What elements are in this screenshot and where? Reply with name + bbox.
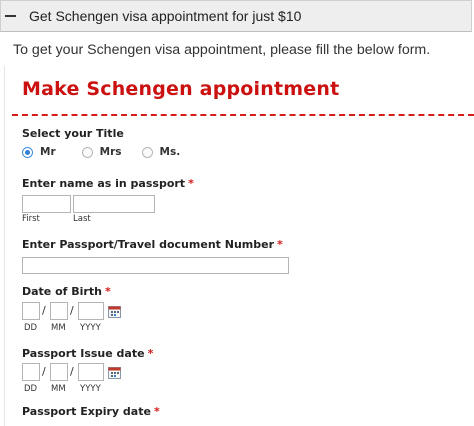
radio-label-mr[interactable]: Mr: [40, 146, 56, 158]
issue-date-label: Passport Issue date *: [22, 347, 153, 360]
dob-label-text: Date of Birth: [22, 285, 102, 298]
date-separator: /: [42, 365, 46, 378]
last-name-input[interactable]: [73, 195, 155, 213]
required-mark: *: [104, 285, 111, 298]
required-mark: *: [188, 177, 194, 190]
radio-option-mrs[interactable]: Mrs: [81, 146, 122, 158]
issue-month-sublabel: MM: [51, 384, 66, 394]
expiry-date-label-text: Passport Expiry date: [22, 405, 151, 418]
dob-month-input[interactable]: [50, 302, 68, 320]
name-label: Enter name as in passport *: [22, 177, 194, 190]
required-mark: *: [147, 347, 154, 360]
radio-mrs[interactable]: [81, 146, 93, 158]
passport-number-label-text: Enter Passport/Travel document Number: [22, 238, 274, 251]
accordion-header[interactable]: Get Schengen visa appointment for just $…: [0, 0, 472, 32]
dob-day-sublabel: DD: [24, 323, 38, 333]
first-sublabel: First: [22, 214, 40, 224]
radio-option-ms[interactable]: Ms.: [141, 146, 181, 158]
dob-year-sublabel: YYYY: [80, 323, 101, 333]
radio-label-mrs[interactable]: Mrs: [100, 146, 122, 158]
calendar-icon[interactable]: [108, 366, 121, 379]
title-select-label: Select your Title: [22, 127, 124, 140]
issue-day-sublabel: DD: [24, 384, 38, 394]
required-mark: *: [153, 405, 160, 418]
date-separator: /: [70, 304, 74, 317]
radio-mr[interactable]: [22, 146, 33, 158]
radio-ms[interactable]: [141, 146, 153, 158]
date-separator: /: [42, 304, 46, 317]
name-label-text: Enter name as in passport: [22, 177, 186, 190]
dob-month-sublabel: MM: [51, 323, 66, 333]
passport-number-input[interactable]: [22, 257, 289, 274]
first-name-input[interactable]: [22, 195, 71, 213]
intro-text: To get your Schengen visa appointment, p…: [13, 42, 431, 58]
radio-option-mr[interactable]: Mr: [22, 146, 56, 158]
issue-day-input[interactable]: [22, 363, 40, 381]
last-sublabel: Last: [73, 214, 91, 224]
minus-icon[interactable]: [4, 10, 17, 23]
required-mark: *: [277, 238, 283, 251]
issue-date-label-text: Passport Issue date: [22, 347, 145, 360]
issue-year-sublabel: YYYY: [80, 384, 101, 394]
issue-year-input[interactable]: [78, 363, 104, 381]
accordion-title: Get Schengen visa appointment for just $…: [29, 8, 302, 24]
radio-label-ms[interactable]: Ms.: [160, 146, 181, 158]
dob-label: Date of Birth *: [22, 285, 111, 298]
dob-year-input[interactable]: [78, 302, 104, 320]
form-title: Make Schengen appointment: [22, 78, 340, 100]
expiry-date-label: Passport Expiry date *: [22, 405, 160, 418]
date-separator: /: [70, 365, 74, 378]
dashed-divider: [12, 114, 474, 116]
dob-day-input[interactable]: [22, 302, 40, 320]
issue-month-input[interactable]: [50, 363, 68, 381]
title-radio-group: Mr Mrs Ms.: [22, 146, 192, 158]
passport-number-label: Enter Passport/Travel document Number *: [22, 238, 283, 251]
calendar-icon[interactable]: [108, 305, 121, 318]
